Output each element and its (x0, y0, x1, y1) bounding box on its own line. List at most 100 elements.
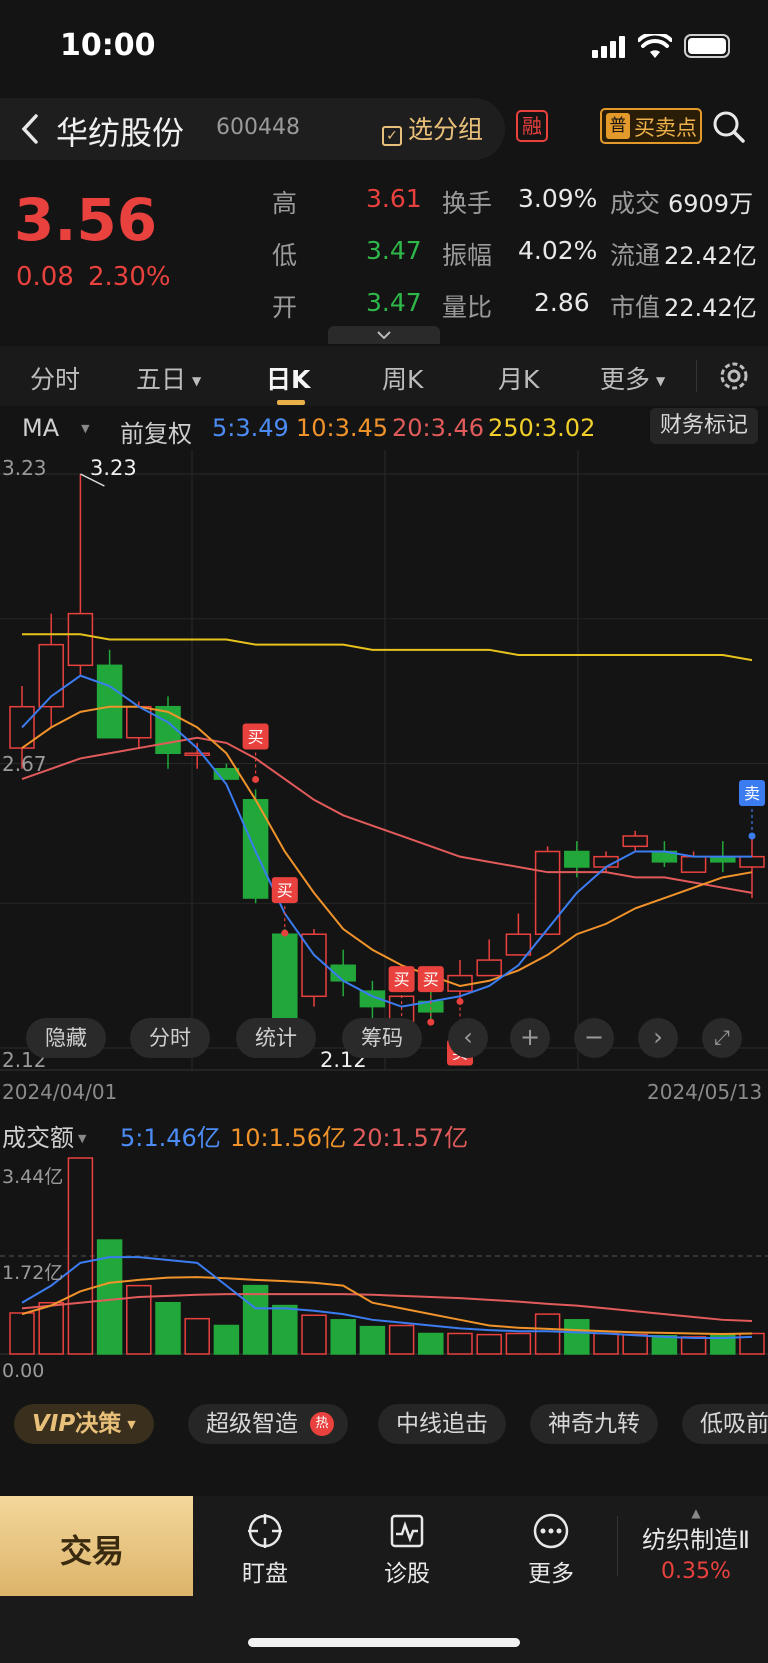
signal-button[interactable]: 普 买卖点 (600, 108, 702, 144)
stats-button[interactable]: 统计 (236, 1018, 316, 1058)
diagnose-label: 诊股 (384, 1561, 430, 1587)
vol-ma20-line (21, 1293, 753, 1322)
ma-selector[interactable]: MA ▼ (22, 414, 90, 442)
fullscreen-icon[interactable]: ⤢ (702, 1018, 742, 1058)
vol-axis-zero: 0.00 (2, 1360, 45, 1382)
volume-bar-up (476, 1333, 502, 1355)
tab-monthly-k[interactable]: 月K (498, 360, 539, 396)
buy-signal-label: 买 (423, 970, 439, 989)
signal-tag: 普 (606, 113, 630, 139)
high-value: 3.61 (366, 184, 422, 213)
tab-daily-k[interactable]: 日K (266, 360, 310, 396)
bottom-bar: 交易 盯盘 诊股 更多 ▲ 纺织制造Ⅱ 0.35% (0, 1496, 768, 1663)
candle-down (96, 664, 123, 739)
stock-name: 华纺股份 (56, 114, 185, 152)
home-indicator (248, 1638, 520, 1647)
search-icon[interactable] (712, 110, 746, 144)
select-group-label: 选分组 (408, 115, 484, 144)
sector-name: 纺织制造Ⅱ (642, 1526, 750, 1554)
amount-label: 成交 (610, 189, 661, 218)
trade-button[interactable]: 交易 (0, 1496, 193, 1596)
volume-label: 成交额 (2, 1124, 74, 1152)
volume-bar-down (242, 1284, 269, 1355)
volume-bar-up (38, 1301, 64, 1355)
strategy-chip[interactable]: 超级智造 热 (188, 1404, 348, 1444)
volume-bar-down (213, 1324, 240, 1355)
next-icon[interactable]: › (638, 1018, 678, 1058)
ma20-line (21, 736, 753, 894)
candlestick-chart[interactable]: 买买买买买卖 (0, 450, 768, 1110)
back-icon[interactable] (16, 112, 46, 146)
candle-up (739, 855, 765, 868)
intraday-button[interactable]: 分时 (130, 1018, 210, 1058)
buy-signal-label: 买 (277, 881, 293, 900)
volume-bar-down (155, 1301, 181, 1355)
volume-bar-up (388, 1324, 415, 1355)
signal-dot (252, 775, 260, 783)
signal-label: 买卖点 (634, 116, 697, 140)
settings-gear-icon[interactable] (716, 358, 752, 394)
strategy-chip[interactable]: 低吸前 (682, 1404, 768, 1444)
quote-panel: 3.56 0.08 2.30% 高 3.61 低 3.47 开 3.47 换手 … (0, 166, 768, 344)
tab-five-day[interactable]: 五日 ▼ (136, 360, 201, 396)
volume-selector[interactable]: 成交额 ▼ (2, 1118, 86, 1153)
sector-pct: 0.35% (661, 1559, 731, 1584)
more-button[interactable]: 更多 (506, 1512, 596, 1592)
candle-up (505, 933, 532, 956)
volume-bar-down (359, 1325, 386, 1355)
chevron-down-icon (377, 331, 391, 340)
select-group-button[interactable]: ✓ 选分组 (382, 110, 483, 146)
margin-tag[interactable]: 融 (516, 110, 548, 142)
diagnose-button[interactable]: 诊股 (362, 1512, 452, 1592)
last-price: 3.56 (14, 186, 158, 254)
sector-card[interactable]: ▲ 纺织制造Ⅱ 0.35% (624, 1506, 768, 1596)
tab-more[interactable]: 更多 ▼ (600, 360, 665, 396)
vol-ma5-value: 5:1.46亿 (120, 1124, 221, 1152)
zoom-out-icon[interactable]: − (574, 1018, 614, 1058)
candle-down (564, 850, 590, 868)
vol-axis-top: 3.44亿 (2, 1166, 64, 1188)
high-label: 高 (272, 189, 298, 218)
expand-handle[interactable] (328, 326, 440, 344)
crosshair-icon (248, 1514, 282, 1548)
strategy-chip[interactable]: 中线追击 (378, 1404, 506, 1444)
mkt-cap-label: 市值 (610, 293, 661, 322)
volume-chart[interactable] (0, 1154, 768, 1394)
ma10-value: 10:3.45 (296, 414, 389, 442)
ma-legend-row: MA ▼ 前复权 5:3.49 10:3.45 20:3.46 250:3.02 … (0, 406, 768, 450)
finance-mark-button[interactable]: 财务标记 (650, 408, 759, 444)
hide-button[interactable]: 隐藏 (26, 1018, 106, 1058)
caret-down-icon: ▼ (656, 374, 666, 388)
price-change-pct: 2.30% (88, 262, 171, 292)
float-cap-label: 流通 (610, 241, 661, 270)
vip-decision-button[interactable]: VIP决策 ▼ (14, 1404, 154, 1444)
strategy-chip[interactable]: 神奇九转 (530, 1404, 658, 1444)
adjust-mode[interactable]: 前复权 (120, 414, 192, 449)
tab-more-label: 更多 (600, 365, 651, 394)
candle-down (272, 933, 298, 1023)
zoom-in-icon[interactable]: + (510, 1018, 550, 1058)
mkt-cap-value: 22.42亿 (664, 294, 757, 322)
stock-code: 600448 (216, 115, 300, 140)
tab-intraday[interactable]: 分时 (30, 360, 80, 396)
float-cap-value: 22.42亿 (664, 242, 757, 270)
caret-down-icon: ▼ (81, 422, 90, 435)
signal-dot (281, 929, 289, 937)
volume-bar-down (272, 1304, 298, 1355)
vol-axis-mid: 1.72亿 (2, 1262, 64, 1284)
amount-value: 6909万 (668, 190, 754, 218)
vol-ratio-label: 量比 (442, 293, 493, 322)
price-change: 0.08 (16, 262, 74, 292)
prev-icon[interactable]: ‹ (448, 1018, 488, 1058)
amplitude-value: 4.02% (518, 236, 598, 265)
more-dots-icon (533, 1513, 569, 1549)
chips-button[interactable]: 筹码 (342, 1018, 422, 1058)
caret-down-icon: ▼ (192, 374, 202, 388)
low-value: 3.47 (366, 236, 422, 265)
watch-button[interactable]: 盯盘 (220, 1512, 310, 1592)
more-label: 更多 (528, 1561, 574, 1587)
vol-ratio-value: 2.86 (534, 288, 590, 317)
tab-weekly-k[interactable]: 周K (382, 360, 423, 396)
battery-icon (684, 34, 730, 58)
checkbox-icon: ✓ (382, 126, 402, 146)
